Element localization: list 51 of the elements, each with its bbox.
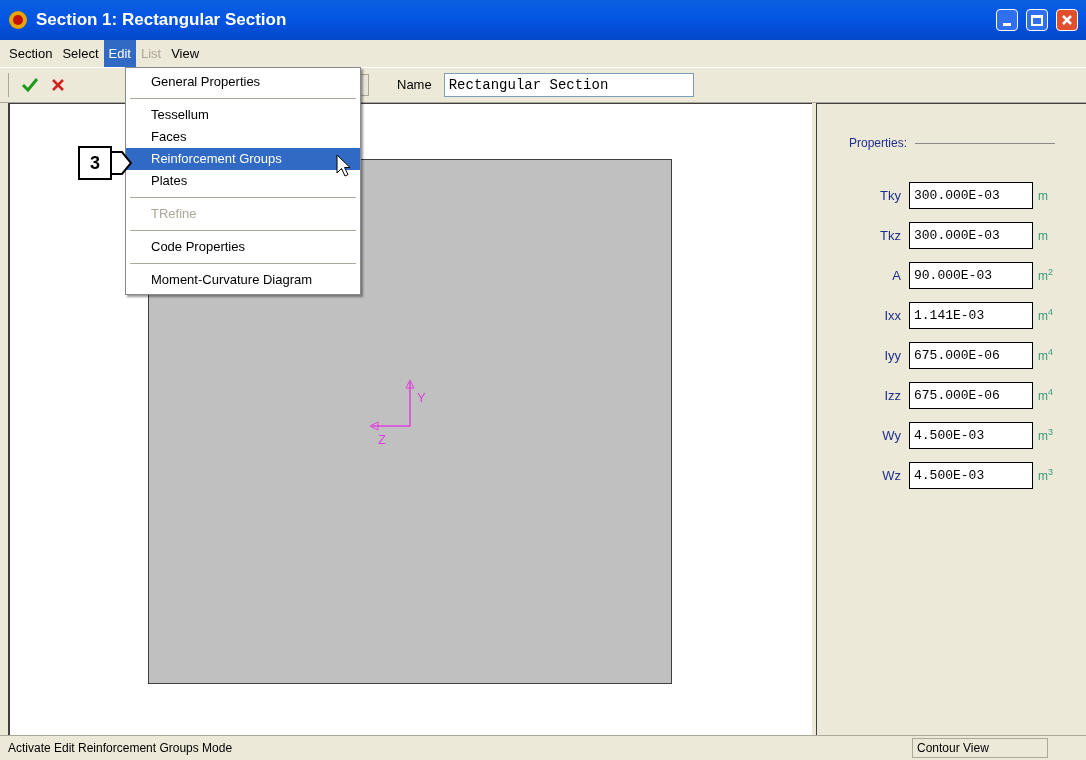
property-field[interactable]: 675.000E-06 [909, 382, 1033, 409]
menu-item[interactable]: Moment-Curvature Diagram [126, 269, 360, 291]
menu-item[interactable]: View [166, 39, 205, 68]
status-view: Contour View [912, 738, 1048, 758]
minimize-button[interactable] [996, 9, 1018, 31]
axis-label: Z [378, 431, 386, 449]
app-logo-icon [8, 10, 28, 30]
property-label: Tky [879, 186, 902, 205]
property-label: Ixx [883, 306, 902, 325]
close-button[interactable] [1056, 9, 1078, 31]
property-label: Wz [881, 466, 902, 485]
menu-item[interactable]: Section [4, 39, 58, 68]
property-field[interactable]: 90.000E-03 [909, 262, 1033, 289]
property-label: Izz [883, 386, 902, 405]
cross-icon[interactable] [51, 78, 65, 92]
menu-item[interactable]: Plates [126, 170, 360, 192]
maximize-button[interactable] [1026, 9, 1048, 31]
window-title: Section 1: Rectangular Section [36, 9, 288, 32]
property-field[interactable]: 675.000E-06 [909, 342, 1033, 369]
unit-label: m$^{3}$ [1038, 466, 1053, 485]
close-icon [1061, 14, 1073, 26]
property-label: A [891, 266, 902, 285]
unit-label: m$^{3}$ [1038, 426, 1053, 445]
unit-label: m$^{4}$ [1038, 346, 1053, 365]
menu-item[interactable]: Edit [103, 39, 136, 68]
checkmark-icon[interactable] [21, 77, 39, 93]
menu-item[interactable]: Code Properties [126, 236, 360, 258]
unit-label: m [1038, 187, 1048, 205]
section-title: Properties: [849, 135, 908, 152]
unit-label: m [1038, 227, 1048, 245]
unit-label: m$^{4}$ [1038, 386, 1053, 405]
unit-label: m$^{2}$ [1038, 266, 1053, 285]
property-field[interactable]: 4.500E-03 [909, 462, 1033, 489]
name-field[interactable]: Rectangular Section [443, 73, 694, 97]
menu-item[interactable]: Faces [126, 126, 360, 148]
property-label: Tkz [879, 226, 902, 245]
menu-item[interactable]: Reinforcement Groups [126, 148, 360, 170]
menu-item[interactable]: Tessellum [126, 104, 360, 126]
menu-item[interactable]: General Properties [126, 71, 360, 93]
menu-item[interactable]: Select [57, 39, 104, 68]
property-label: Iyy [883, 346, 902, 365]
property-field[interactable]: 4.500E-03 [909, 422, 1033, 449]
property-label: Wy [881, 426, 902, 445]
property-field[interactable]: 300.000E-03 [909, 222, 1033, 249]
axis-label: Y [417, 389, 426, 407]
mouse-pointer-icon [336, 154, 352, 178]
property-field[interactable]: 300.000E-03 [909, 182, 1033, 209]
unit-label: m$^{4}$ [1038, 306, 1053, 325]
status-message: Activate Edit Reinforcement Groups Mode [8, 740, 234, 757]
property-field[interactable]: 1.141E-03 [909, 302, 1033, 329]
name-label: Name [397, 76, 432, 95]
